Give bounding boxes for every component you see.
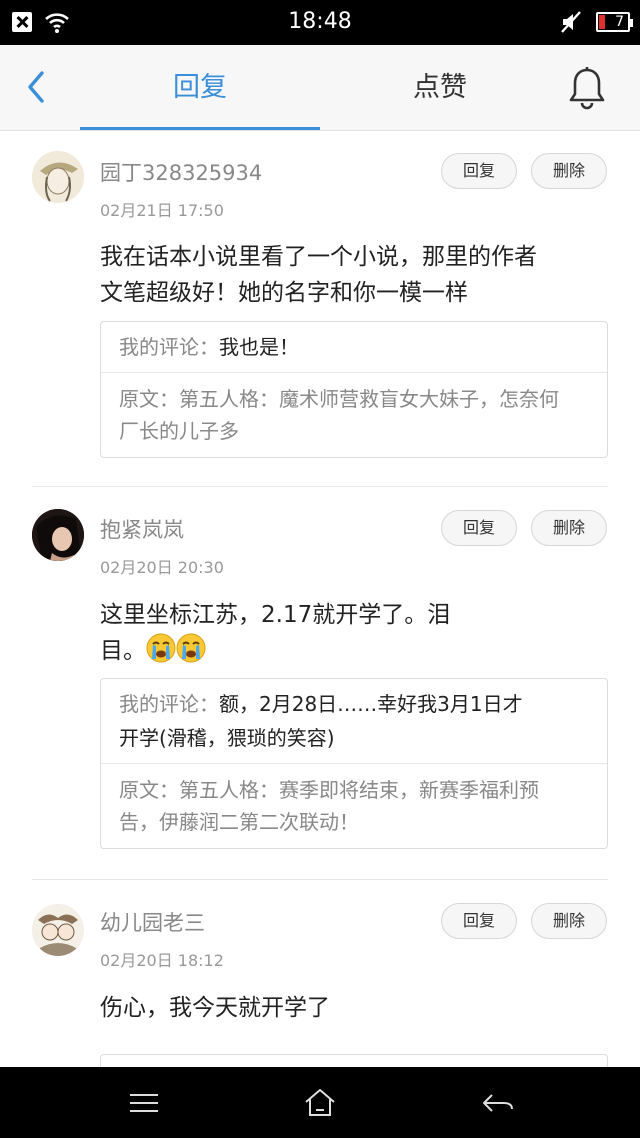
delete-button[interactable]: 删除: [531, 510, 607, 546]
comment-body-line-text: 目。: [100, 638, 146, 664]
system-nav-bar: [0, 1067, 640, 1138]
reply-button[interactable]: 回复: [441, 903, 517, 939]
tab-reply[interactable]: 回复: [80, 45, 320, 131]
avatar-image: [32, 509, 84, 561]
avatar[interactable]: [32, 151, 84, 203]
my-comment: 我的评论：额，2月28日……幸好我3月1日才 开学(滑稽，猥琐的笑容): [101, 679, 607, 764]
reply-button[interactable]: 回复: [441, 153, 517, 189]
status-bar: 18:48 7: [0, 0, 640, 45]
original-post: 原文：第五人格：赛季即将结束，新赛季福利预 告，伊藤润二第二次联动！: [101, 764, 607, 848]
username[interactable]: 园丁328325934: [100, 157, 262, 187]
quoted-context[interactable]: 我的评论：额，2月28日……幸好我3月1日才 开学(滑稽，猥琐的笑容) 原文：第…: [100, 678, 608, 849]
original-post-line: 厂长的儿子多: [119, 419, 239, 443]
username[interactable]: 抱紧岚岚: [100, 514, 184, 544]
reply-button[interactable]: 回复: [441, 510, 517, 546]
list-item: 抱紧岚岚 02月20日 20:30 回复 删除 这里坐标江苏，2.17就开学了。…: [0, 487, 640, 879]
menu-icon[interactable]: [124, 1087, 164, 1119]
original-post-line: 原文：第五人格：魔术师营救盲女大妹子，怎奈何: [119, 387, 559, 411]
original-post-line: 原文：第五人格：赛季即将结束，新赛季福利预: [119, 778, 539, 802]
avatar[interactable]: [32, 509, 84, 561]
comment-body-line: 这里坐标江苏，2.17就开学了。泪: [100, 602, 451, 628]
top-header: 回复 点赞: [0, 45, 640, 131]
crying-emoji-icon: [146, 633, 176, 663]
avatar-image: [32, 151, 84, 203]
battery-level: 7: [615, 14, 624, 30]
delete-button[interactable]: 删除: [531, 903, 607, 939]
username[interactable]: 幼儿园老三: [100, 907, 205, 937]
list-item: 园丁328325934 02月21日 17:50 回复 删除 我在话本小说里看了…: [0, 131, 640, 486]
quoted-context[interactable]: 我的评论：我也是！ 原文：第五人格：魔术师营救盲女大妹子，怎奈何 厂长的儿子多: [100, 321, 608, 458]
comment-body: 这里坐标江苏，2.17就开学了。泪 目。: [100, 597, 615, 669]
original-post-line: 告，伊藤润二第二次联动！: [119, 810, 359, 834]
comment-body: 我在话本小说里看了一个小说，那里的作者 文笔超级好！她的名字和你一模一样: [100, 239, 615, 311]
reply-list: 园丁328325934 02月21日 17:50 回复 删除 我在话本小说里看了…: [0, 131, 640, 1067]
mute-icon: [561, 11, 581, 33]
comment-body-line: 目。: [100, 633, 615, 669]
bell-icon[interactable]: [566, 65, 608, 111]
back-icon[interactable]: [20, 67, 56, 107]
app-root: 18:48 7 回复 点赞 园丁328325934 02月21日 17:50 回…: [0, 0, 640, 1138]
my-comment-label: 我的评论：: [119, 335, 219, 359]
avatar-image: [32, 904, 84, 956]
my-comment-text: 我也是！: [219, 335, 299, 359]
tab-likes[interactable]: 点赞: [320, 45, 560, 131]
timestamp: 02月21日 17:50: [100, 201, 224, 220]
comment-body-line: 文笔超级好！她的名字和你一模一样: [100, 280, 468, 306]
comment-body: 伤心，我今天就开学了: [100, 990, 615, 1026]
avatar[interactable]: [32, 904, 84, 956]
original-post: 原文：第五人格：魔术师营救盲女大妹子，怎奈何 厂长的儿子多: [101, 373, 607, 457]
my-comment-label: 我的评论：: [119, 692, 219, 716]
active-tab-indicator: [80, 127, 320, 130]
delete-button[interactable]: 删除: [531, 153, 607, 189]
my-comment: 我的评论：我也是！: [101, 322, 607, 373]
status-time: 18:48: [288, 9, 352, 34]
crying-emoji-icon: [176, 633, 206, 663]
comment-body-line: 我在话本小说里看了一个小说，那里的作者: [100, 244, 537, 270]
list-item: 幼儿园老三 02月20日 18:12 回复 删除 伤心，我今天就开学了: [0, 880, 640, 1067]
timestamp: 02月20日 18:12: [100, 951, 224, 970]
battery-icon: 7: [596, 12, 633, 32]
my-comment-text: 开学(滑稽，猥琐的笑容): [119, 726, 335, 750]
my-comment-text: 额，2月28日……幸好我3月1日才: [219, 692, 523, 716]
comment-body-line: 伤心，我今天就开学了: [100, 995, 330, 1021]
quoted-context[interactable]: [100, 1054, 608, 1067]
home-icon[interactable]: [300, 1087, 340, 1119]
timestamp: 02月20日 20:30: [100, 558, 224, 577]
back-nav-icon[interactable]: [478, 1087, 518, 1119]
